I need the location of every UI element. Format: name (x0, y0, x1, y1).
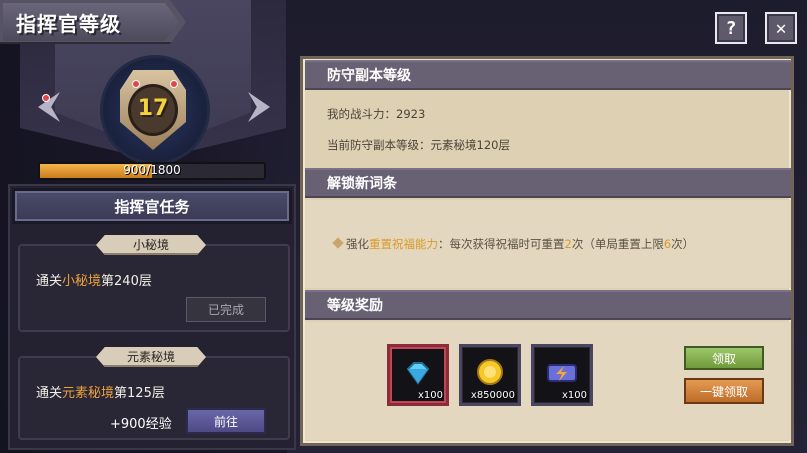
go-button[interactable]: 前往 (186, 408, 266, 434)
defense-section-header: 防守副本等级 (305, 60, 791, 90)
gem-icon (42, 94, 50, 102)
defense-level-label: 当前防守副本等级：元素秘境120层 (327, 138, 510, 152)
task-panel-title: 指挥官任务 (114, 197, 190, 216)
reward-count: x100 (561, 390, 587, 401)
unlock-section-title: 解锁新词条 (327, 176, 397, 192)
task-ribbon: 元素秘境 (96, 347, 206, 367)
help-button[interactable]: ? (715, 12, 747, 44)
task-completed-button: 已完成 (186, 297, 266, 322)
close-icon: ✕ (775, 17, 787, 39)
reward-item[interactable]: x100 (531, 344, 593, 406)
task-ribbon: 小秘境 (96, 235, 206, 255)
rewards-section-header: 等级奖励 (305, 290, 791, 320)
rewards-section-title: 等级奖励 (327, 298, 383, 314)
reward-item[interactable]: x850000 (459, 344, 521, 406)
unlock-description: 强化重置祝福能力：每次获得祝福时可重置2次（单局重置上限6次） (346, 237, 695, 251)
reward-count: x850000 (470, 390, 515, 401)
claim-all-button[interactable]: 一键领取 (684, 378, 764, 404)
gem-icon (132, 80, 140, 88)
gem-icon (170, 80, 178, 88)
exp-text: 900/1800 (123, 163, 181, 177)
commander-level: 17 (137, 96, 169, 121)
power-label: 我的战斗力：2923 (327, 107, 426, 121)
reward-count: x100 (417, 390, 443, 401)
claim-button[interactable]: 领取 (684, 346, 764, 370)
defense-section-title: 防守副本等级 (327, 68, 411, 84)
task-text: 通关小秘境第240层 (36, 274, 152, 289)
question-icon: ? (725, 17, 737, 39)
close-button[interactable]: ✕ (765, 12, 797, 44)
unlock-section-header: 解锁新词条 (305, 168, 791, 198)
page-title: 指挥官等级 (16, 12, 121, 36)
task-exp-reward: +900经验 (110, 417, 172, 432)
task-text: 通关元素秘境第125层 (36, 386, 165, 401)
task-panel-header: 指挥官任务 (12, 188, 292, 224)
reward-item[interactable]: x100 (387, 344, 449, 406)
